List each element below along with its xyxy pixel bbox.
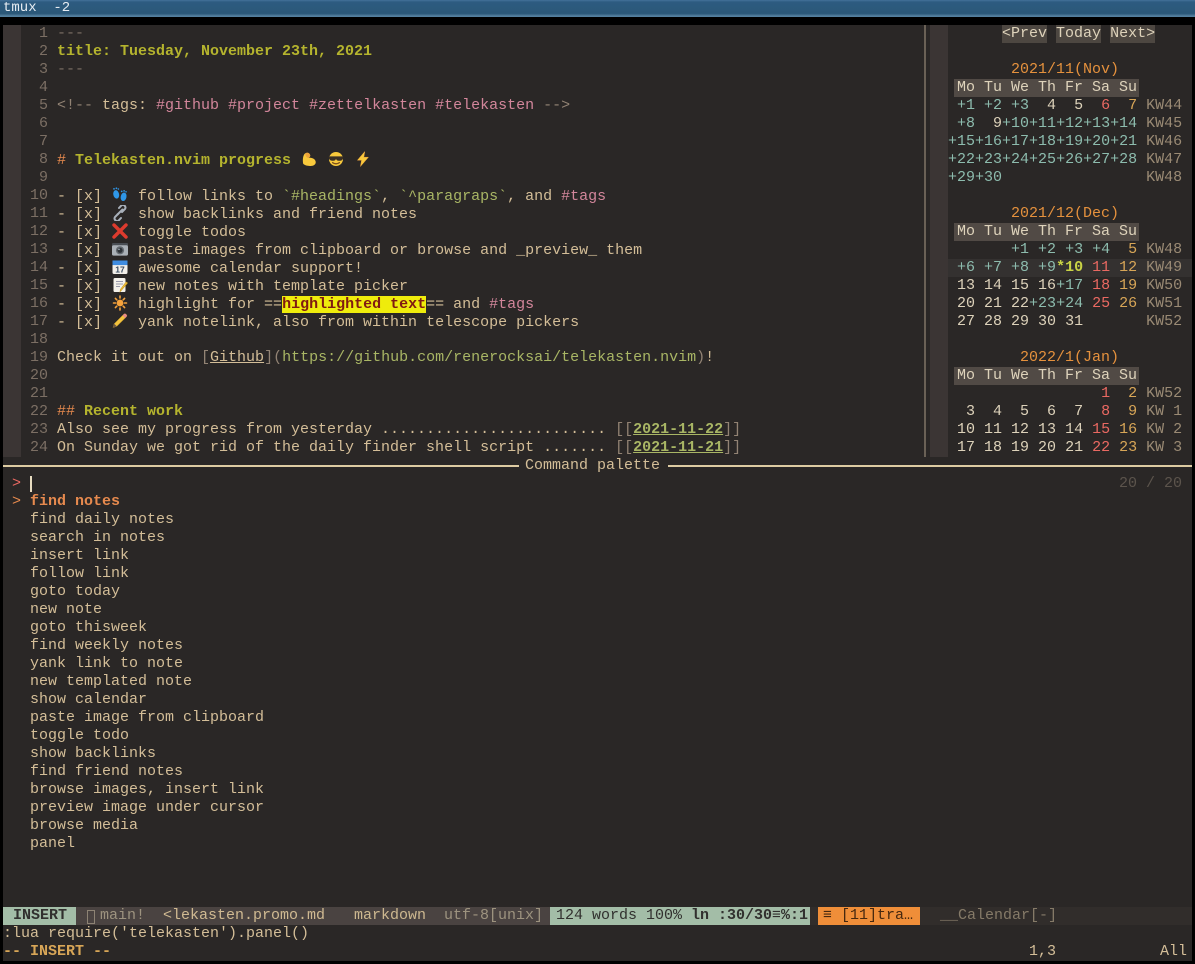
svg-text:17: 17: [115, 264, 125, 274]
